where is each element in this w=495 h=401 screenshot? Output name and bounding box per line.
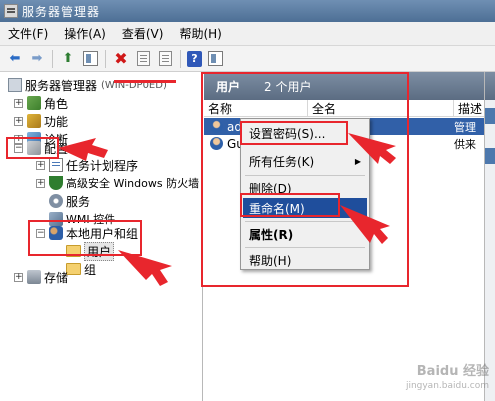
title-bar: 服务器管理器 bbox=[0, 0, 495, 22]
user-icon bbox=[210, 120, 223, 133]
tree-label-users: 用户 bbox=[84, 241, 115, 261]
toolbar-separator bbox=[52, 49, 53, 68]
watermark-url: jingyan.baidu.com bbox=[405, 381, 489, 391]
tree-item-users[interactable]: 用户 bbox=[66, 241, 115, 261]
navigation-tree: 服务器管理器 (WIN-DP0ED) + 角色 + 功能 + 诊断 − 配置 +… bbox=[0, 72, 203, 401]
tree-label-groups: 组 bbox=[84, 262, 97, 277]
tree-item-features[interactable]: + 功能 bbox=[14, 112, 68, 130]
roles-icon bbox=[27, 96, 41, 110]
menu-bar: 文件(F) 操作(A) 查看(V) 帮助(H) bbox=[0, 22, 495, 46]
menu-separator bbox=[245, 247, 365, 248]
tree-label-services: 服务 bbox=[66, 194, 91, 209]
tree-label-firewall: 高级安全 Windows 防火墙 bbox=[66, 177, 200, 190]
tree-label-local-users-groups: 本地用户和组 bbox=[66, 226, 139, 241]
tree-item-roles[interactable]: + 角色 bbox=[14, 94, 68, 112]
watermark: Baidu 经验 jingyan.baidu.com bbox=[406, 365, 489, 393]
tree-label-roles: 角色 bbox=[44, 96, 69, 111]
back-icon[interactable]: ⬅ bbox=[6, 50, 24, 68]
expand-icon[interactable]: + bbox=[36, 160, 45, 170]
content-header: 用户 2 个用户 bbox=[204, 72, 484, 100]
tree-item-local-users-groups[interactable]: − 本地用户和组 bbox=[36, 224, 138, 242]
delete-icon[interactable]: ✖ bbox=[112, 49, 130, 68]
help-icon[interactable]: ? bbox=[187, 50, 202, 67]
tree-item-task-scheduler[interactable]: + 任务计划程序 bbox=[36, 156, 138, 174]
menu-action[interactable]: 操作(A) bbox=[64, 25, 106, 42]
tree-label-root-suffix: (WIN-DP0ED) bbox=[101, 79, 167, 91]
tree-item-firewall[interactable]: + 高级安全 Windows 防火墙 bbox=[36, 174, 199, 192]
menu-view[interactable]: 查看(V) bbox=[122, 25, 164, 42]
menu-separator bbox=[245, 221, 365, 222]
services-gear-icon bbox=[49, 194, 63, 208]
expand-icon[interactable]: + bbox=[14, 272, 23, 282]
context-menu: 设置密码(S)... 所有任务(K) ▶ 删除(D) 重命名(M) 属性(R) … bbox=[240, 118, 370, 270]
tree-label-root: 服务器管理器 bbox=[25, 78, 98, 93]
column-header-description[interactable]: 描述 bbox=[454, 100, 484, 117]
up-folder-icon[interactable]: ⬆ bbox=[59, 50, 77, 68]
collapse-icon[interactable]: − bbox=[14, 143, 23, 153]
content-title: 用户 bbox=[216, 79, 241, 94]
user-icon bbox=[210, 137, 223, 150]
tree-item-server-manager[interactable]: 服务器管理器 (WIN-DP0ED) bbox=[8, 76, 167, 94]
actions-header bbox=[485, 72, 495, 100]
forward-icon[interactable]: ➡ bbox=[28, 50, 46, 68]
task-scheduler-icon bbox=[49, 158, 63, 172]
tree-item-groups[interactable]: 组 bbox=[66, 260, 96, 278]
row-description: 管理 bbox=[454, 120, 476, 134]
menu-item-properties[interactable]: 属性(R) bbox=[243, 224, 367, 244]
configuration-icon bbox=[27, 141, 41, 155]
console-icon[interactable] bbox=[206, 50, 224, 68]
menu-item-help[interactable]: 帮助(H) bbox=[243, 250, 367, 270]
tree-label-task-scheduler: 任务计划程序 bbox=[66, 158, 139, 173]
actions-block[interactable] bbox=[485, 108, 495, 124]
menu-item-delete[interactable]: 删除(D) bbox=[243, 178, 367, 198]
column-headers: 名称 全名 描述 bbox=[204, 100, 484, 117]
actions-block[interactable] bbox=[485, 148, 495, 164]
watermark-brand: Baidu 经验 bbox=[416, 364, 489, 379]
features-icon bbox=[27, 114, 41, 128]
toolbar: ⬅ ➡ ⬆ ✖ ? bbox=[0, 46, 495, 72]
local-users-groups-icon bbox=[49, 226, 63, 240]
row-description: 供来 bbox=[454, 137, 476, 151]
tree-item-configuration[interactable]: − 配置 bbox=[14, 138, 68, 158]
export-icon[interactable] bbox=[156, 50, 174, 68]
tree-label-features: 功能 bbox=[44, 114, 69, 129]
submenu-arrow-icon: ▶ bbox=[354, 156, 361, 166]
menu-file[interactable]: 文件(F) bbox=[8, 25, 48, 42]
menu-separator bbox=[245, 175, 365, 176]
column-header-fullname[interactable]: 全名 bbox=[308, 100, 454, 117]
expand-icon[interactable]: + bbox=[36, 178, 45, 188]
actions-pane bbox=[484, 72, 495, 401]
properties-icon[interactable] bbox=[134, 50, 152, 68]
firewall-shield-icon bbox=[49, 176, 63, 190]
tree-label-configuration: 配置 bbox=[44, 141, 69, 156]
expand-icon[interactable]: + bbox=[14, 116, 23, 126]
tree-item-services[interactable]: 服务 bbox=[49, 192, 90, 210]
folder-icon bbox=[66, 245, 81, 257]
toolbar-separator bbox=[180, 49, 181, 68]
folder-icon bbox=[66, 263, 81, 275]
window-title: 服务器管理器 bbox=[22, 4, 101, 19]
tree-item-storage[interactable]: + 存储 bbox=[14, 268, 68, 286]
server-manager-icon bbox=[4, 4, 18, 18]
show-tree-icon[interactable] bbox=[81, 50, 99, 68]
server-icon bbox=[8, 78, 22, 92]
user-count: 2 个用户 bbox=[264, 79, 312, 94]
toolbar-separator bbox=[105, 49, 106, 68]
collapse-icon[interactable]: − bbox=[36, 228, 45, 238]
menu-item-all-tasks[interactable]: 所有任务(K) ▶ bbox=[243, 151, 367, 171]
tree-label-storage: 存储 bbox=[44, 270, 69, 285]
expand-icon[interactable]: + bbox=[14, 98, 23, 108]
column-header-name[interactable]: 名称 bbox=[204, 100, 308, 117]
storage-icon bbox=[27, 270, 41, 284]
menu-item-all-tasks-label: 所有任务(K) bbox=[249, 154, 315, 169]
menu-item-rename[interactable]: 重命名(M) bbox=[243, 198, 367, 218]
menu-help[interactable]: 帮助(H) bbox=[179, 25, 221, 42]
menu-item-set-password[interactable]: 设置密码(S)... bbox=[243, 123, 367, 143]
